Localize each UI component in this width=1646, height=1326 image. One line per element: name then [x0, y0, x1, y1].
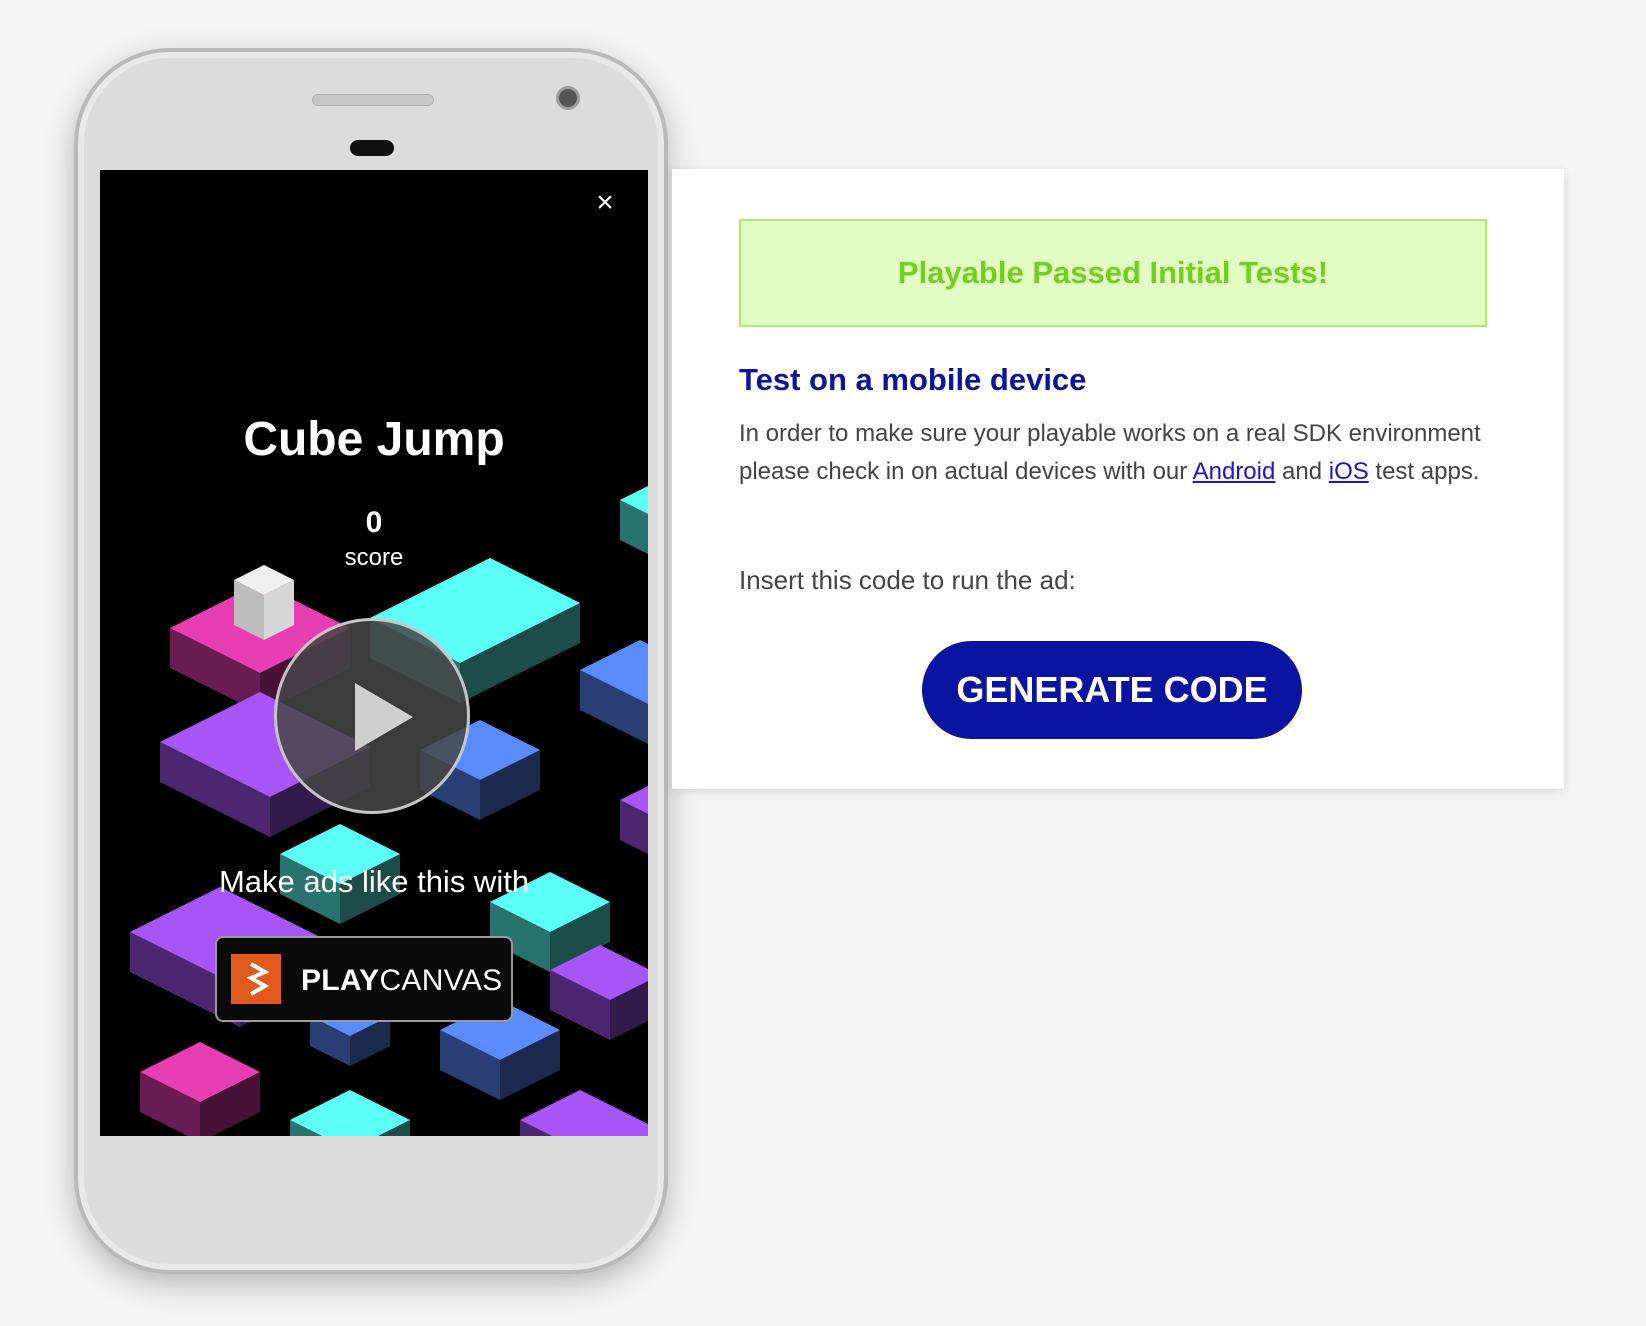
- ios-link[interactable]: iOS: [1329, 458, 1369, 485]
- playcanvas-badge[interactable]: PLAYCANVAS: [215, 936, 513, 1022]
- section-title: Test on a mobile device: [739, 362, 1087, 397]
- play-icon: [355, 683, 413, 751]
- game-title: Cube Jump: [243, 413, 505, 466]
- game-tile: [520, 1090, 648, 1136]
- phone-camera: [556, 86, 580, 110]
- insert-code-label: Insert this code to run the ad:: [739, 565, 1076, 595]
- generate-code-button[interactable]: GENERATE CODE: [922, 641, 1302, 739]
- test-description: In order to make sure your playable work…: [739, 420, 1481, 485]
- play-button[interactable]: [274, 618, 470, 814]
- phone-sensor: [350, 140, 394, 156]
- close-icon[interactable]: ×: [590, 188, 620, 218]
- playcanvas-logo-icon: [231, 954, 281, 1004]
- score-label: score: [344, 544, 404, 571]
- playcanvas-wordmark: PLAYCANVAS: [301, 964, 503, 997]
- ad-preview-screen[interactable]: × Cube Jump 0 score Make ads like this w…: [100, 170, 648, 1136]
- score-value: 0: [365, 506, 383, 539]
- phone-frame: × Cube Jump 0 score Make ads like this w…: [74, 48, 668, 1274]
- phone-speaker: [312, 94, 434, 106]
- phone-chin: [100, 1136, 648, 1246]
- promo-text: Make ads like this with: [218, 864, 530, 899]
- android-link[interactable]: Android: [1193, 458, 1276, 485]
- status-banner: Playable Passed Initial Tests!: [739, 219, 1487, 327]
- test-results-panel: Playable Passed Initial Tests! Test on a…: [672, 169, 1564, 789]
